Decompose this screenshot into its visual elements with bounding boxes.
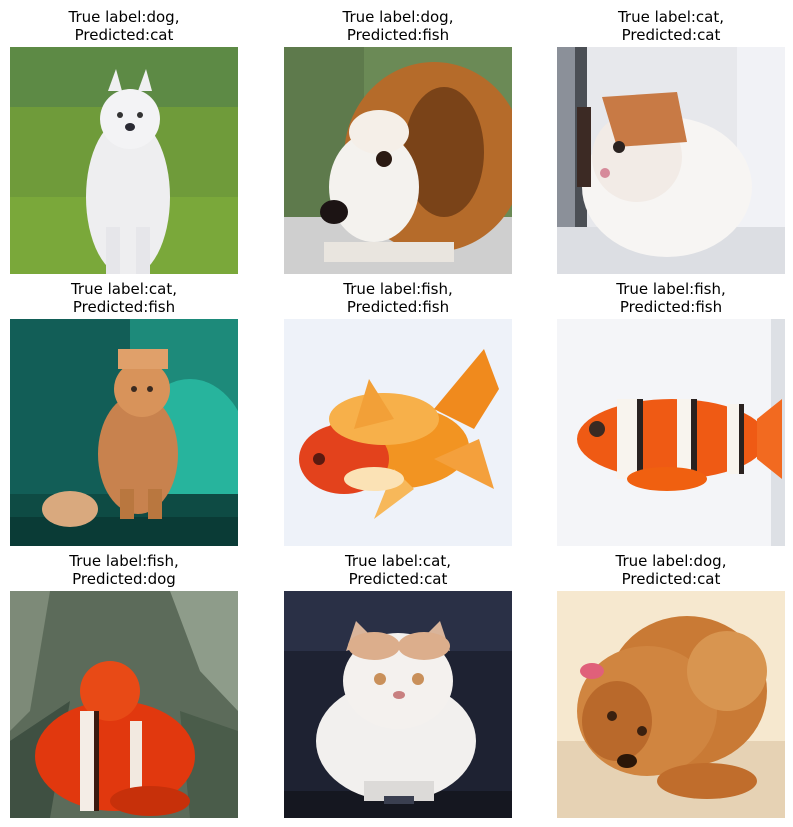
cat-image-thumbnail bbox=[557, 47, 785, 274]
cat-image-thumbnail bbox=[284, 591, 512, 818]
cell-title: True label:fish, Predicted:dog bbox=[69, 552, 179, 588]
cell-title: True label:cat, Predicted:cat bbox=[617, 8, 725, 44]
cell-title: True label:cat, Predicted:cat bbox=[344, 552, 452, 588]
fish-image-thumbnail bbox=[10, 591, 238, 818]
cell-title: True label:cat, Predicted:fish bbox=[70, 280, 178, 316]
dog-image-thumbnail bbox=[284, 47, 512, 274]
cell-title: True label:fish, Predicted:fish bbox=[343, 280, 453, 316]
cell-title: True label:dog, Predicted:fish bbox=[342, 8, 454, 44]
dog-image-thumbnail bbox=[557, 591, 785, 818]
cell-title: True label:dog, Predicted:cat bbox=[68, 8, 180, 44]
cell-title: True label:fish, Predicted:fish bbox=[616, 280, 726, 316]
cell-title: True label:dog, Predicted:cat bbox=[615, 552, 727, 588]
cat-image-thumbnail bbox=[10, 319, 238, 546]
dog-image-thumbnail bbox=[10, 47, 238, 274]
fish-image-thumbnail bbox=[557, 319, 785, 546]
fish-image-thumbnail bbox=[284, 319, 512, 546]
